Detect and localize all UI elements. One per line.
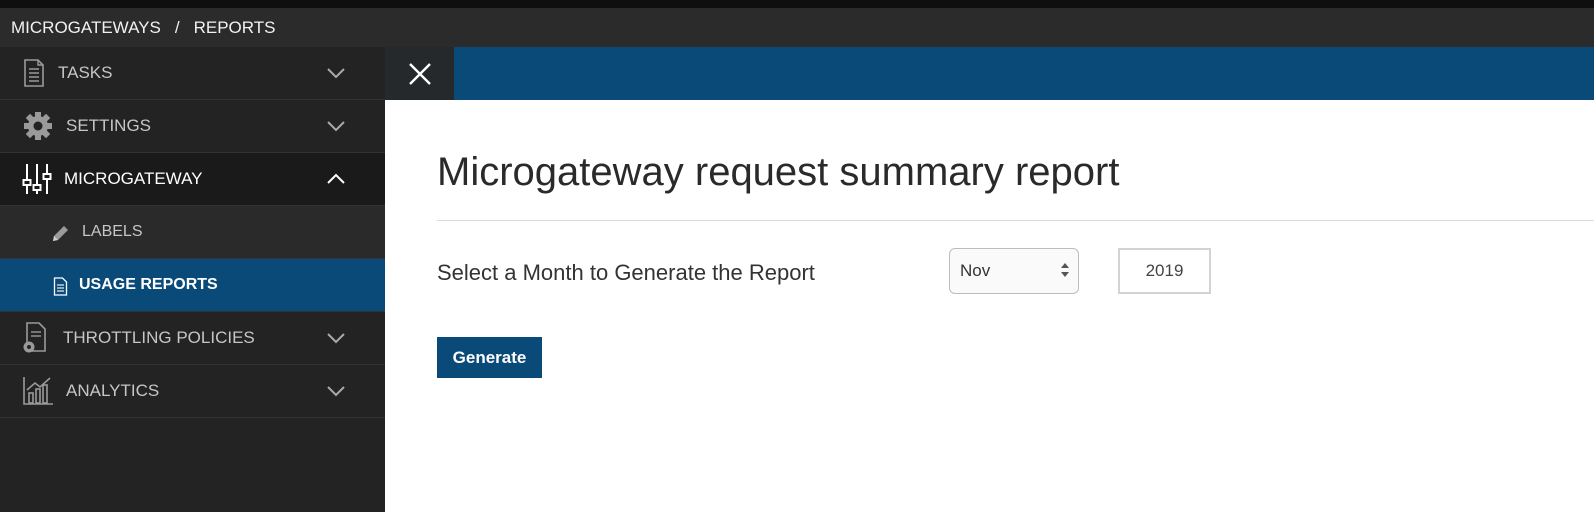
sidebar: TASKS SETTINGS MICROGATEWAY LABELS USAGE… xyxy=(0,47,385,512)
gear-icon xyxy=(22,111,54,141)
top-strip xyxy=(0,0,1594,8)
month-select[interactable]: Nov xyxy=(949,248,1079,294)
sidebar-item-settings[interactable]: SETTINGS xyxy=(0,100,385,153)
sidebar-subitem-labels[interactable]: LABELS xyxy=(0,206,385,259)
breadcrumb-root[interactable]: MICROGATEWAYS xyxy=(11,18,161,38)
sliders-icon xyxy=(22,163,52,195)
sidebar-item-label: USAGE REPORTS xyxy=(79,276,218,293)
sidebar-item-tasks[interactable]: TASKS xyxy=(0,47,385,100)
month-select-value: Nov xyxy=(960,261,991,280)
page-title: Microgateway request summary report xyxy=(437,150,1120,194)
select-arrows-icon xyxy=(1061,263,1069,277)
bar-chart-icon xyxy=(22,375,54,407)
sidebar-item-label: THROTTLING POLICIES xyxy=(63,328,255,347)
breadcrumb-current: REPORTS xyxy=(193,17,276,37)
document-list-icon xyxy=(22,58,46,88)
sidebar-item-analytics[interactable]: ANALYTICS xyxy=(0,365,385,418)
generate-button[interactable]: Generate xyxy=(437,337,542,378)
sidebar-item-label: SETTINGS xyxy=(66,116,152,135)
policy-document-icon xyxy=(22,322,50,354)
document-icon xyxy=(52,276,68,296)
sidebar-item-label: TASKS xyxy=(58,63,113,82)
month-field-label: Select a Month to Generate the Report xyxy=(437,260,815,285)
chevron-down-icon xyxy=(327,386,345,397)
chevron-down-icon xyxy=(327,68,345,79)
main-content: Microgateway request summary report Sele… xyxy=(385,100,1594,512)
content-header-bar xyxy=(385,47,1594,100)
pencil-icon xyxy=(50,223,70,243)
close-icon xyxy=(408,62,431,85)
chevron-down-icon xyxy=(327,121,345,132)
title-divider xyxy=(437,220,1594,221)
year-field[interactable]: 2019 xyxy=(1118,248,1211,294)
sidebar-item-throttling-policies[interactable]: THROTTLING POLICIES xyxy=(0,312,385,365)
breadcrumb: MICROGATEWAYS / REPORTS xyxy=(0,8,1594,47)
close-button[interactable] xyxy=(385,47,454,100)
sidebar-item-label: MICROGATEWAY xyxy=(64,169,203,188)
chevron-down-icon xyxy=(327,333,345,344)
sidebar-subitem-usage-reports[interactable]: USAGE REPORTS xyxy=(0,259,385,312)
breadcrumb-separator: / xyxy=(174,17,180,37)
chevron-up-icon xyxy=(327,173,345,184)
sidebar-item-microgateway[interactable]: MICROGATEWAY xyxy=(0,153,385,206)
sidebar-item-label: LABELS xyxy=(82,223,143,240)
sidebar-item-label: ANALYTICS xyxy=(66,381,160,400)
